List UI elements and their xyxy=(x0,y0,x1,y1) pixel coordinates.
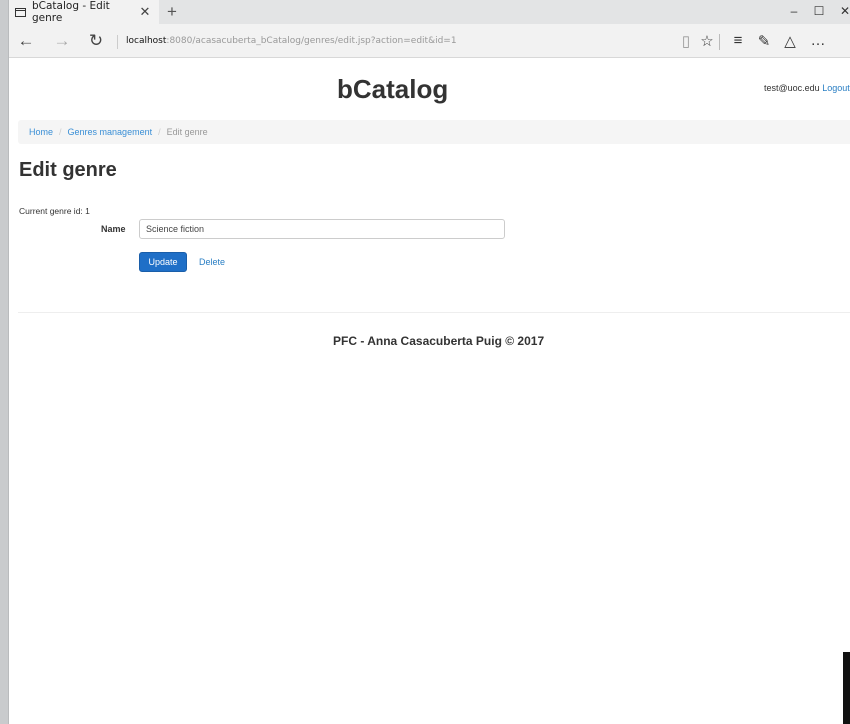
desktop-edge xyxy=(843,652,850,724)
address-bar[interactable]: localhost:8080/acasacuberta_bCatalog/gen… xyxy=(117,35,457,49)
url-path: :8080/acasacuberta_bCatalog/genres/edit.… xyxy=(166,36,457,46)
footer-text: PFC - Anna Casacuberta Puig © 2017 xyxy=(333,334,545,348)
maximize-icon[interactable]: ☐ xyxy=(809,4,829,18)
tab-title: bCatalog - Edit genre xyxy=(32,0,110,24)
breadcrumb-separator: / xyxy=(59,127,62,137)
browser-window: bCatalog - Edit genre ✕ + – ☐ ✕ ← → ↻ lo… xyxy=(8,0,850,724)
name-label: Name xyxy=(101,224,126,234)
delete-link[interactable]: Delete xyxy=(199,257,225,267)
breadcrumb-genres[interactable]: Genres management xyxy=(68,127,153,137)
footer-divider xyxy=(18,312,850,313)
breadcrumb-current: Edit genre xyxy=(166,127,208,137)
breadcrumb: Home / Genres management / Edit genre xyxy=(18,120,850,144)
favorite-star-icon[interactable]: ☆ xyxy=(698,32,716,50)
web-note-icon[interactable]: ✎ xyxy=(755,32,773,50)
more-icon[interactable]: … xyxy=(809,32,827,49)
toolbar-divider xyxy=(719,34,720,50)
browser-tab[interactable]: bCatalog - Edit genre ✕ xyxy=(9,0,159,24)
logout-link[interactable]: Logout xyxy=(822,83,850,93)
page-icon xyxy=(15,7,26,17)
current-genre-id: Current genre id: 1 xyxy=(19,206,90,216)
breadcrumb-separator: / xyxy=(158,127,161,137)
tab-close-icon[interactable]: ✕ xyxy=(137,4,153,20)
window-close-icon[interactable]: ✕ xyxy=(835,4,850,18)
update-button[interactable]: Update xyxy=(139,252,187,272)
name-input[interactable]: Science fiction xyxy=(139,219,505,239)
share-icon[interactable]: △ xyxy=(781,32,799,50)
address-toolbar: ← → ↻ localhost:8080/acasacuberta_bCatal… xyxy=(9,24,850,58)
web-page: bCatalog test@uoc.edu Logout Home / Genres… xyxy=(9,59,850,724)
user-email: test@uoc.edu xyxy=(764,83,820,93)
minimize-icon[interactable]: – xyxy=(784,4,804,18)
new-tab-icon[interactable]: + xyxy=(163,2,181,22)
url-host: localhost xyxy=(126,36,167,46)
user-info: test@uoc.edu Logout xyxy=(764,83,850,93)
refresh-icon[interactable]: ↻ xyxy=(86,31,106,51)
hub-icon[interactable]: ≡ xyxy=(729,32,747,49)
reading-view-icon[interactable]: ▯ xyxy=(677,32,695,50)
site-brand[interactable]: bCatalog xyxy=(337,74,448,105)
forward-icon[interactable]: → xyxy=(52,31,72,51)
page-title: Edit genre xyxy=(19,159,117,181)
tab-bar: bCatalog - Edit genre ✕ + – ☐ ✕ xyxy=(9,0,850,24)
back-icon[interactable]: ← xyxy=(16,31,36,51)
breadcrumb-home[interactable]: Home xyxy=(29,127,53,137)
